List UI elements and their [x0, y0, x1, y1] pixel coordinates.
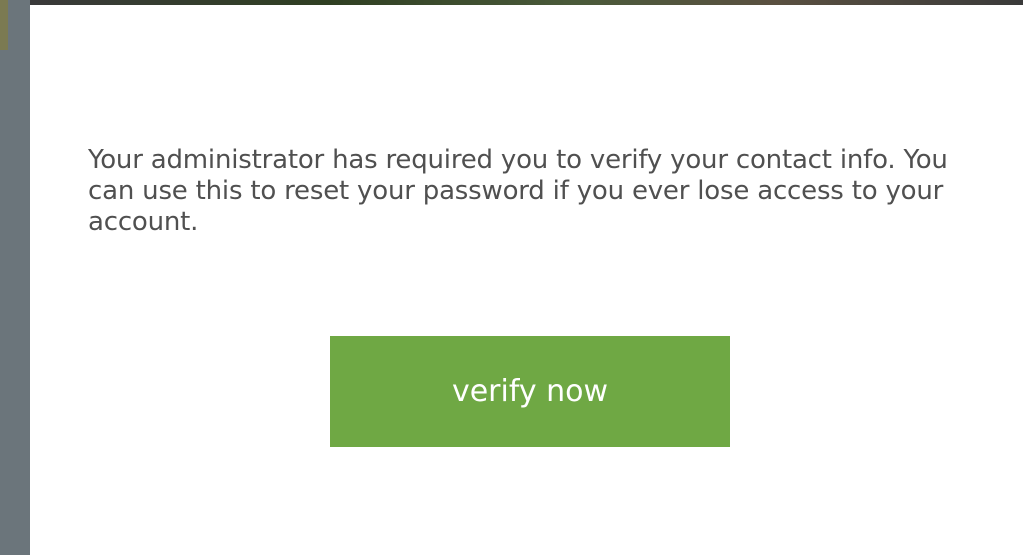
verification-message: Your administrator has required you to v…	[88, 145, 948, 237]
background-accent	[0, 0, 8, 50]
verify-now-button[interactable]: verify now	[330, 336, 730, 447]
background-side-panel	[0, 0, 30, 555]
window: Your administrator has required you to v…	[0, 0, 1023, 555]
verify-contact-dialog: Your administrator has required you to v…	[30, 5, 1023, 555]
